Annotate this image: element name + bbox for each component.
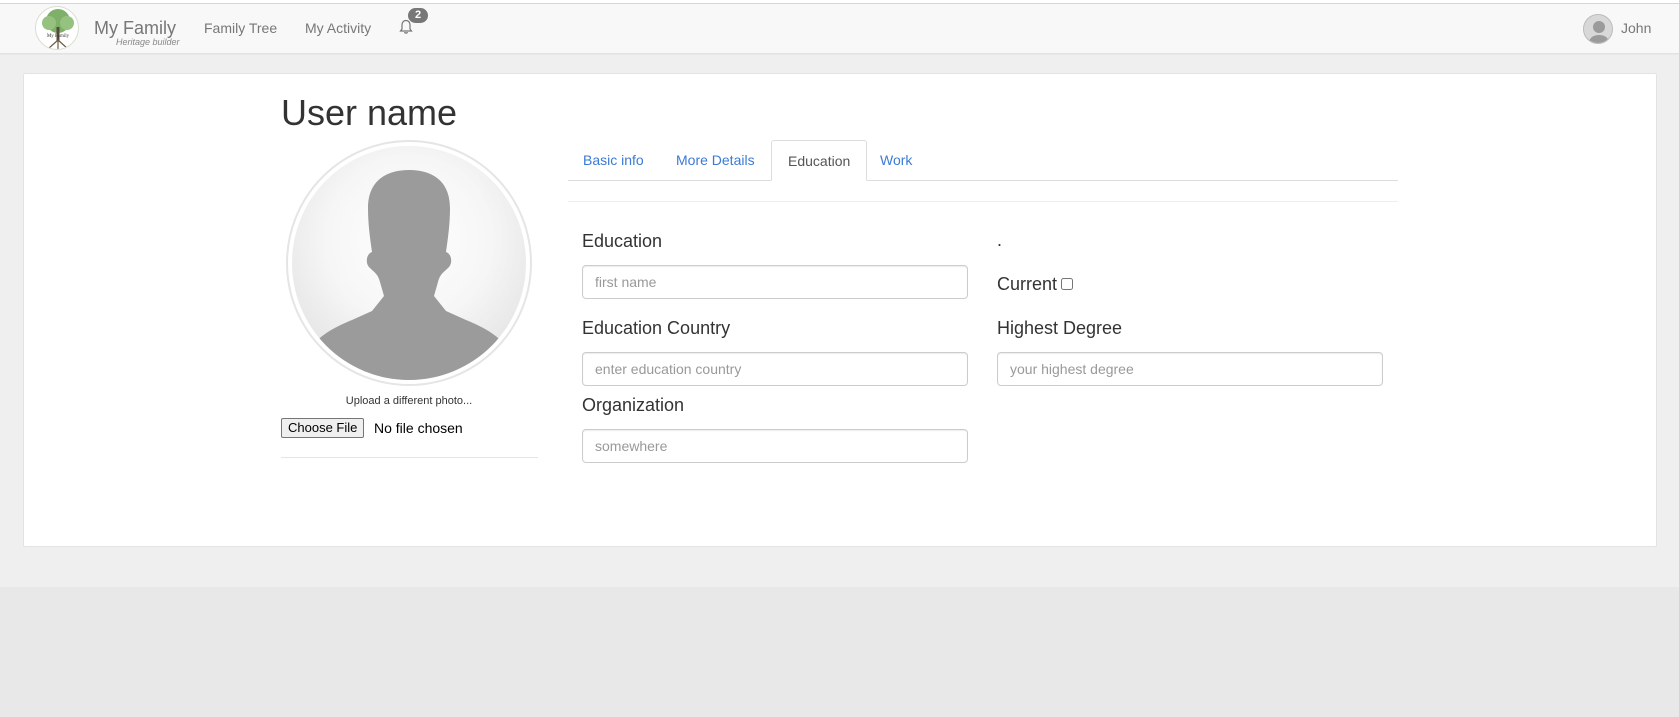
- brand-tagline: Heritage builder: [116, 37, 180, 47]
- user-menu[interactable]: John: [1621, 20, 1651, 36]
- education-label: Education: [582, 231, 663, 251]
- divider: [281, 457, 538, 458]
- nav-family-tree[interactable]: Family Tree: [204, 20, 277, 36]
- user-silhouette-icon: [314, 170, 504, 380]
- tab-education[interactable]: Education: [771, 140, 868, 181]
- notification-badge[interactable]: 2: [408, 8, 428, 23]
- highest-degree-input[interactable]: [997, 352, 1383, 386]
- page-title: User name: [281, 92, 458, 133]
- footer-area: [0, 587, 1679, 717]
- navbar: My Family My Family Heritage builder Fam…: [0, 4, 1679, 54]
- logo-text: My Family: [47, 34, 70, 39]
- tab-work[interactable]: Work: [864, 140, 928, 181]
- upload-photo-label: Upload a different photo...: [345, 395, 473, 407]
- organization-input[interactable]: [582, 429, 968, 463]
- education-input[interactable]: [582, 265, 968, 299]
- avatar[interactable]: [1583, 14, 1613, 44]
- logo[interactable]: My Family: [35, 6, 79, 50]
- organization-label: Organization: [582, 395, 685, 415]
- highest-degree-label: Highest Degree: [997, 318, 1123, 338]
- tab-content-divider: [568, 201, 1398, 202]
- profile-photo: [286, 140, 532, 386]
- brand-name[interactable]: My Family: [94, 18, 176, 39]
- tab-basic-info[interactable]: Basic info: [567, 140, 660, 181]
- tab-more-details[interactable]: More Details: [660, 140, 771, 181]
- nav-my-activity[interactable]: My Activity: [305, 20, 371, 36]
- current-label: Current: [997, 274, 1058, 294]
- user-avatar-icon: [1584, 15, 1612, 43]
- file-status: No file chosen: [374, 420, 463, 436]
- education-country-label: Education Country: [582, 318, 731, 338]
- choose-file-button[interactable]: Choose File: [281, 418, 365, 438]
- dot-text: .: [997, 230, 1003, 250]
- current-checkbox[interactable]: [1061, 278, 1073, 290]
- tree-logo-icon: My Family: [42, 9, 74, 49]
- education-country-input[interactable]: [582, 352, 968, 386]
